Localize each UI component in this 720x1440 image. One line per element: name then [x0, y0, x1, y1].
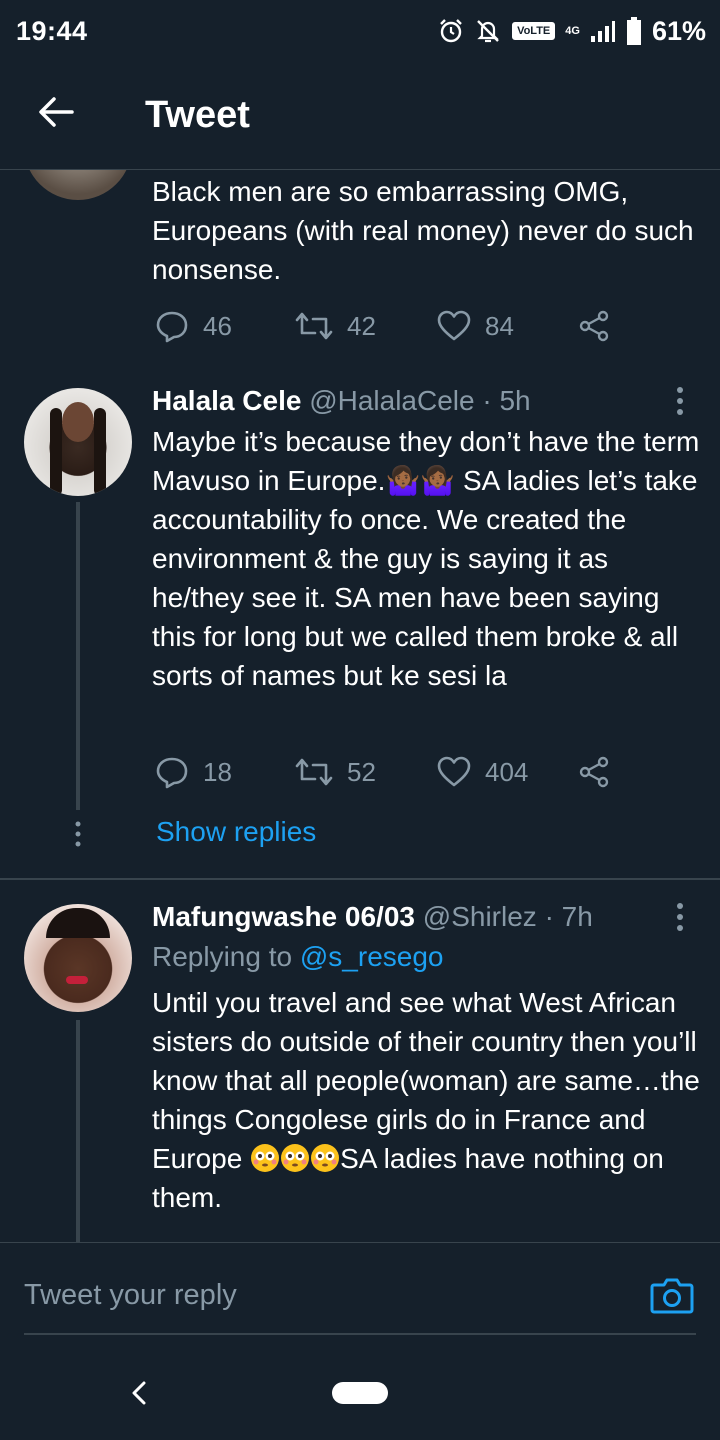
thread-line [76, 1020, 80, 1242]
thread-line [76, 502, 80, 810]
reply-button[interactable]: 18 [155, 754, 232, 790]
tweet-time: 7h [561, 901, 593, 932]
replying-prefix: Replying to [152, 941, 300, 972]
author-handle[interactable]: @HalalaCele [309, 385, 474, 416]
reply-input[interactable]: Tweet your reply [24, 1279, 237, 1312]
tweet-time: 5h [499, 385, 531, 416]
tweet-header: Halala Cele @HalalaCele · 5h [152, 384, 531, 418]
tweet-text: Maybe it’s because they don’t have the t… [152, 422, 702, 695]
retweet-button[interactable]: 42 [295, 308, 376, 344]
reply-count: 18 [203, 756, 232, 787]
like-button[interactable]: 404 [437, 754, 528, 790]
tweet-header: Mafungwashe 06/03 @Shirlez · 7h [152, 900, 593, 934]
retweet-count: 52 [347, 756, 376, 787]
signal-icon [590, 21, 615, 42]
separator-dot: · [544, 901, 554, 932]
heart-icon [437, 310, 471, 341]
more-options-icon[interactable] [670, 900, 690, 934]
thread-dots-icon [75, 821, 81, 847]
tweet-text-part: SA ladies let’s take accountability fo o… [152, 465, 698, 691]
share-icon [579, 310, 609, 342]
avatar[interactable] [24, 170, 132, 200]
retweet-icon [295, 758, 333, 786]
alarm-icon [440, 19, 462, 43]
more-options-icon[interactable] [670, 384, 690, 418]
retweet-button[interactable]: 52 [295, 754, 376, 790]
status-icons: VoLTE 4G 61% [438, 16, 706, 47]
reply-icon [156, 757, 188, 789]
author-name[interactable]: Mafungwashe 06/03 [152, 901, 415, 932]
battery-percent: 61% [651, 15, 706, 46]
share-icon [579, 756, 609, 788]
tweet-divider [0, 878, 720, 880]
like-count: 84 [485, 310, 514, 341]
shrug-emoji: 🤷🏾‍♀️🤷🏾‍♀️ [385, 465, 456, 496]
retweet-icon [295, 312, 333, 340]
show-replies-link[interactable]: Show replies [156, 816, 316, 848]
tweet-actions: 46 42 84 [155, 308, 625, 344]
network-type: 4G [565, 25, 580, 37]
retweet-count: 42 [347, 310, 376, 341]
volte-badge: VoLTE [512, 22, 556, 40]
replying-to: Replying to @s_resego [152, 941, 443, 973]
share-button[interactable] [577, 754, 611, 790]
flushed-face-icon [311, 1144, 340, 1172]
reply-bar: Tweet your reply [0, 1242, 720, 1350]
share-button[interactable] [577, 308, 611, 344]
tweet-text: Until you travel and see what West Afric… [152, 983, 702, 1217]
mute-icon [477, 20, 499, 43]
tweet-feed[interactable]: Black men are so embarrassing OMG, Europ… [0, 170, 720, 1242]
heart-icon [437, 756, 471, 787]
nav-back-icon[interactable] [128, 1378, 150, 1408]
flushed-face-icon [251, 1144, 280, 1172]
reply-button[interactable]: 46 [155, 308, 232, 344]
battery-icon [626, 17, 641, 45]
arrow-left-icon[interactable] [36, 92, 76, 132]
like-button[interactable]: 84 [437, 308, 514, 344]
nav-home-pill[interactable] [332, 1382, 388, 1404]
reply-icon [156, 311, 188, 343]
flushed-face-icon [281, 1144, 310, 1172]
page-title: Tweet [145, 94, 250, 136]
tweet-actions: 18 52 404 [155, 754, 625, 790]
status-bar: 19:44 VoLTE 4G 61% [0, 0, 720, 62]
system-nav-bar [0, 1350, 720, 1440]
app-header: Tweet [0, 62, 720, 170]
like-count: 404 [485, 756, 529, 787]
camera-icon[interactable] [650, 1275, 694, 1315]
tweet-text: Black men are so embarrassing OMG, Europ… [152, 176, 694, 285]
author-handle[interactable]: @Shirlez [423, 901, 537, 932]
avatar[interactable] [24, 904, 132, 1012]
reply-underline [24, 1333, 696, 1335]
author-name[interactable]: Halala Cele [152, 385, 301, 416]
avatar[interactable] [24, 388, 132, 496]
mention-link[interactable]: @s_resego [300, 941, 444, 972]
reply-count: 46 [203, 310, 232, 341]
status-time: 19:44 [16, 15, 88, 46]
separator-dot: · [482, 385, 492, 416]
